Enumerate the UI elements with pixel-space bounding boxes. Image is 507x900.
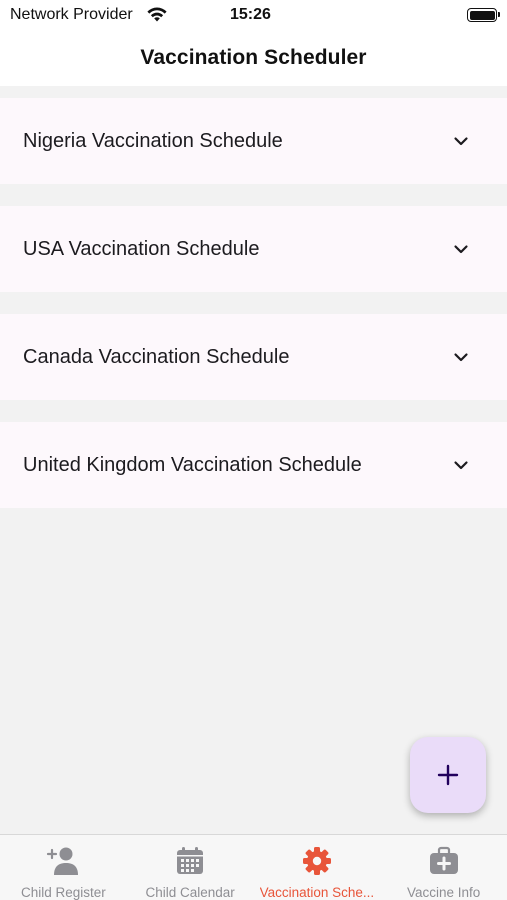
schedule-label: USA Vaccination Schedule <box>23 237 260 260</box>
tab-vaccine-info[interactable]: Vaccine Info <box>380 835 507 900</box>
chevron-down-icon[interactable] <box>451 347 471 367</box>
page-title: Vaccination Scheduler <box>140 46 367 69</box>
schedule-list: Nigeria Vaccination Schedule USA Vaccina… <box>0 98 507 530</box>
clock: 15:26 <box>230 6 271 23</box>
plus-icon <box>437 764 459 786</box>
tab-label: Child Register <box>20 885 106 900</box>
schedule-label: Nigeria Vaccination Schedule <box>23 129 283 152</box>
tab-label: Child Calendar <box>145 885 235 900</box>
schedule-label: Canada Vaccination Schedule <box>23 345 290 368</box>
person-add-icon <box>47 847 79 875</box>
schedule-item-canada[interactable]: Canada Vaccination Schedule <box>0 314 507 400</box>
tab-vaccination-scheduler[interactable]: Vaccination Sche... <box>254 835 381 900</box>
battery-icon <box>467 8 500 22</box>
tab-label: Vaccination Sche... <box>259 885 375 900</box>
add-schedule-button[interactable] <box>410 737 486 813</box>
calendar-icon <box>177 847 204 874</box>
tab-child-calendar[interactable]: Child Calendar <box>127 835 254 900</box>
bottom-tab-bar: Child Register Child Calendar Vaccinatio… <box>0 834 507 900</box>
app-header: Vaccination Scheduler <box>0 30 507 86</box>
schedule-item-nigeria[interactable]: Nigeria Vaccination Schedule <box>0 98 507 184</box>
chevron-down-icon[interactable] <box>451 239 471 259</box>
schedule-label: United Kingdom Vaccination Schedule <box>23 453 362 476</box>
app-screen: Network Provider 15:26 Vaccination Sched… <box>0 0 507 900</box>
carrier-label: Network Provider <box>10 6 133 23</box>
schedule-item-united-kingdom[interactable]: United Kingdom Vaccination Schedule <box>0 422 507 508</box>
wifi-icon <box>147 7 167 22</box>
status-bar: Network Provider 15:26 <box>0 0 507 30</box>
chevron-down-icon[interactable] <box>451 455 471 475</box>
medical-kit-icon <box>429 846 458 874</box>
gear-icon <box>302 847 331 875</box>
schedule-item-usa[interactable]: USA Vaccination Schedule <box>0 206 507 292</box>
tab-child-register[interactable]: Child Register <box>0 835 127 900</box>
tab-label: Vaccine Info <box>406 885 481 900</box>
chevron-down-icon[interactable] <box>451 131 471 151</box>
